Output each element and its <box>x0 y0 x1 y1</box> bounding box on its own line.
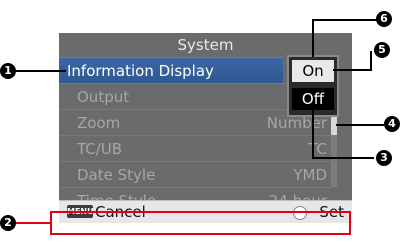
menu-item-label: TC/UB <box>77 140 123 158</box>
menu-item-tc-ub[interactable]: TC/UB TC <box>59 135 331 161</box>
callout-4-badge: 4 <box>384 116 400 132</box>
callout-6-badge: 6 <box>376 11 392 27</box>
callout-3-badge: 3 <box>376 150 392 166</box>
menu-item-label: Output <box>77 88 130 106</box>
system-menu-screen: System Information Display Output Zoom N… <box>59 33 352 223</box>
menu-item-label: Information Display <box>67 62 214 80</box>
operation-guide-highlight <box>50 211 351 235</box>
menu-item-label: Date Style <box>77 166 156 184</box>
option-popup: On Off <box>287 55 339 117</box>
callout-5-leader-v <box>370 51 372 71</box>
menu-item-date-style[interactable]: Date Style YMD <box>59 161 331 187</box>
callout-4-leader <box>336 124 384 126</box>
callout-3-leader <box>312 157 374 159</box>
option-off[interactable]: Off <box>292 88 334 110</box>
callout-1-badge: 1 <box>0 63 16 79</box>
menu-item-value: YMD <box>293 166 327 184</box>
callout-3-leader-v <box>312 110 314 158</box>
option-on[interactable]: On <box>292 60 334 82</box>
callout-6-leader <box>312 19 384 21</box>
callout-1-leader <box>14 70 66 72</box>
callout-5-badge: 5 <box>374 42 390 58</box>
menu-title: System <box>177 36 234 54</box>
callout-2-badge: 2 <box>0 215 16 231</box>
callout-2-leader <box>15 222 50 224</box>
menu-item-information-display[interactable]: Information Display <box>59 57 283 83</box>
callout-5-leader <box>333 69 371 71</box>
menu-item-label: Zoom <box>77 114 121 132</box>
callout-6-leader-v <box>312 19 314 57</box>
